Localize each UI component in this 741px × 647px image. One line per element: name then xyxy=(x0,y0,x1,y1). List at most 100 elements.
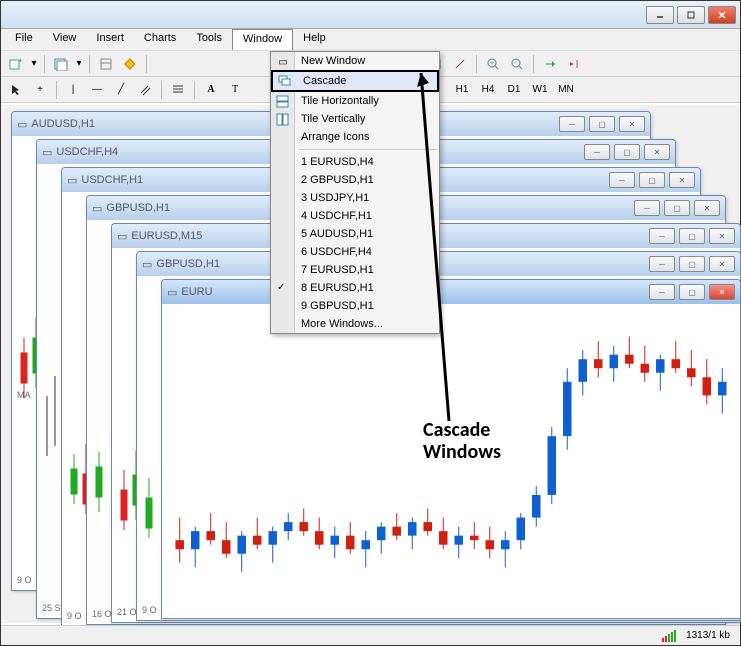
menu-charts[interactable]: Charts xyxy=(134,29,186,50)
window-titlebar xyxy=(1,1,740,29)
menu-window[interactable]: Window xyxy=(232,29,293,50)
zoom-out-icon[interactable]: - xyxy=(506,54,528,74)
menu-window-8[interactable]: ✓8 EURUSD,H1 xyxy=(271,279,439,297)
chart-icon: ▭ xyxy=(167,286,177,299)
menu-bar: File View Insert Charts Tools Window Hel… xyxy=(1,29,740,51)
child-minimize-button[interactable]: ─ xyxy=(584,144,610,160)
timeframe-mn[interactable]: MN xyxy=(554,80,578,100)
svg-text:+: + xyxy=(18,57,23,65)
profiles-icon[interactable] xyxy=(50,54,72,74)
menu-window-4[interactable]: 4 USDCHF,H1 xyxy=(271,207,439,225)
maximize-button[interactable] xyxy=(677,6,705,24)
svg-text:9 O: 9 O xyxy=(67,611,82,621)
child-minimize-button[interactable]: ─ xyxy=(649,228,675,244)
template-icon[interactable] xyxy=(449,54,471,74)
child-minimize-button[interactable]: ─ xyxy=(609,172,635,188)
menu-new-window[interactable]: ▭New Window xyxy=(271,52,439,70)
svg-text:9 O: 9 O xyxy=(142,605,157,615)
zoom-in-icon[interactable]: + xyxy=(482,54,504,74)
dropdown-arrow-icon[interactable]: ▾ xyxy=(74,54,84,74)
menu-window-5[interactable]: 5 AUDUSD,H1 xyxy=(271,225,439,243)
tile-v-icon xyxy=(275,112,291,128)
menu-tools[interactable]: Tools xyxy=(186,29,232,50)
cascade-icon xyxy=(277,74,293,90)
vertical-line-icon[interactable]: | xyxy=(62,80,84,100)
chart-icon: ▭ xyxy=(67,174,77,187)
menu-window-7[interactable]: 7 EURUSD,H1 xyxy=(271,261,439,279)
menu-window-9[interactable]: 9 GBPUSD,H1 xyxy=(271,297,439,315)
auto-scroll-icon[interactable] xyxy=(563,54,585,74)
check-icon: ✓ xyxy=(277,282,285,293)
window-menu-dropdown: ▭New Window Cascade Tile Horizontally Ti… xyxy=(270,51,440,334)
timeframe-h1[interactable]: H1 xyxy=(450,80,474,100)
trendline-icon[interactable]: ╱ xyxy=(110,80,132,100)
menu-help[interactable]: Help xyxy=(293,29,336,50)
shift-end-icon[interactable] xyxy=(539,54,561,74)
child-maximize-button[interactable]: ▢ xyxy=(679,256,705,272)
child-maximize-button[interactable]: ▢ xyxy=(639,172,665,188)
child-maximize-button[interactable]: ▢ xyxy=(664,200,690,216)
menu-window-1[interactable]: 1 EURUSD,H4 xyxy=(271,153,439,171)
child-close-button[interactable]: ✕ xyxy=(669,172,695,188)
svg-text:16 O: 16 O xyxy=(92,609,112,619)
timeframe-w1[interactable]: W1 xyxy=(528,80,552,100)
dropdown-arrow-icon[interactable]: ▾ xyxy=(29,54,39,74)
svg-text:9 O: 9 O xyxy=(17,575,32,585)
child-close-button[interactable]: ✕ xyxy=(709,228,735,244)
child-close-button[interactable]: ✕ xyxy=(644,144,670,160)
chart-icon: ▭ xyxy=(92,202,102,215)
menu-insert[interactable]: Insert xyxy=(86,29,134,50)
child-maximize-button[interactable]: ▢ xyxy=(679,284,705,300)
close-button[interactable] xyxy=(708,6,736,24)
child-close-button[interactable]: ✕ xyxy=(619,116,645,132)
traffic-label: 1313/1 kb xyxy=(686,630,730,641)
chart-icon: ▭ xyxy=(142,258,152,271)
svg-text:-: - xyxy=(514,60,517,67)
menu-window-2[interactable]: 2 GBPUSD,H1 xyxy=(271,171,439,189)
svg-text:MA: MA xyxy=(17,390,31,400)
equidistant-channel-icon[interactable] xyxy=(134,80,156,100)
chart-window-active[interactable]: ▭ EURU ─ ▢ ✕ xyxy=(161,279,741,619)
menu-view[interactable]: View xyxy=(43,29,87,50)
chart-canvas[interactable] xyxy=(162,304,740,618)
new-chart-icon[interactable]: + xyxy=(5,54,27,74)
svg-text:25 S: 25 S xyxy=(42,603,61,613)
child-close-button[interactable]: ✕ xyxy=(709,256,735,272)
fibonacci-icon[interactable] xyxy=(167,80,189,100)
menu-more-windows[interactable]: More Windows... xyxy=(271,315,439,333)
child-maximize-button[interactable]: ▢ xyxy=(614,144,640,160)
child-minimize-button[interactable]: ─ xyxy=(559,116,585,132)
chart-icon: ▭ xyxy=(117,230,127,243)
child-minimize-button[interactable]: ─ xyxy=(649,284,675,300)
menu-window-3[interactable]: 3 USDJPY,H1 xyxy=(271,189,439,207)
timeframe-h4[interactable]: H4 xyxy=(476,80,500,100)
child-minimize-button[interactable]: ─ xyxy=(649,256,675,272)
tile-h-icon xyxy=(275,94,291,110)
child-close-button[interactable]: ✕ xyxy=(694,200,720,216)
menu-arrange-icons[interactable]: Arrange Icons xyxy=(271,128,439,146)
menu-file[interactable]: File xyxy=(5,29,43,50)
status-bar: 1313/1 kb xyxy=(1,625,740,645)
text-icon[interactable]: T xyxy=(224,80,246,100)
svg-text:+: + xyxy=(490,60,494,67)
child-maximize-button[interactable]: ▢ xyxy=(679,228,705,244)
child-maximize-button[interactable]: ▢ xyxy=(589,116,615,132)
crosshair-icon[interactable]: + xyxy=(29,80,51,100)
child-close-button[interactable]: ✕ xyxy=(709,284,735,300)
horizontal-line-icon[interactable]: — xyxy=(86,80,108,100)
child-minimize-button[interactable]: ─ xyxy=(634,200,660,216)
window-icon: ▭ xyxy=(275,54,291,70)
chart-icon: ▭ xyxy=(17,118,27,131)
menu-tile-vertically[interactable]: Tile Vertically xyxy=(271,110,439,128)
market-watch-icon[interactable] xyxy=(95,54,117,74)
svg-text:21 O: 21 O xyxy=(117,607,137,617)
chart-icon: ▭ xyxy=(42,146,52,159)
navigator-icon[interactable] xyxy=(119,54,141,74)
menu-tile-horizontally[interactable]: Tile Horizontally xyxy=(271,92,439,110)
minimize-button[interactable] xyxy=(646,6,674,24)
text-label-icon[interactable]: A xyxy=(200,80,222,100)
menu-cascade[interactable]: Cascade xyxy=(271,70,439,92)
timeframe-d1[interactable]: D1 xyxy=(502,80,526,100)
menu-window-6[interactable]: 6 USDCHF,H4 xyxy=(271,243,439,261)
cursor-icon[interactable] xyxy=(5,80,27,100)
